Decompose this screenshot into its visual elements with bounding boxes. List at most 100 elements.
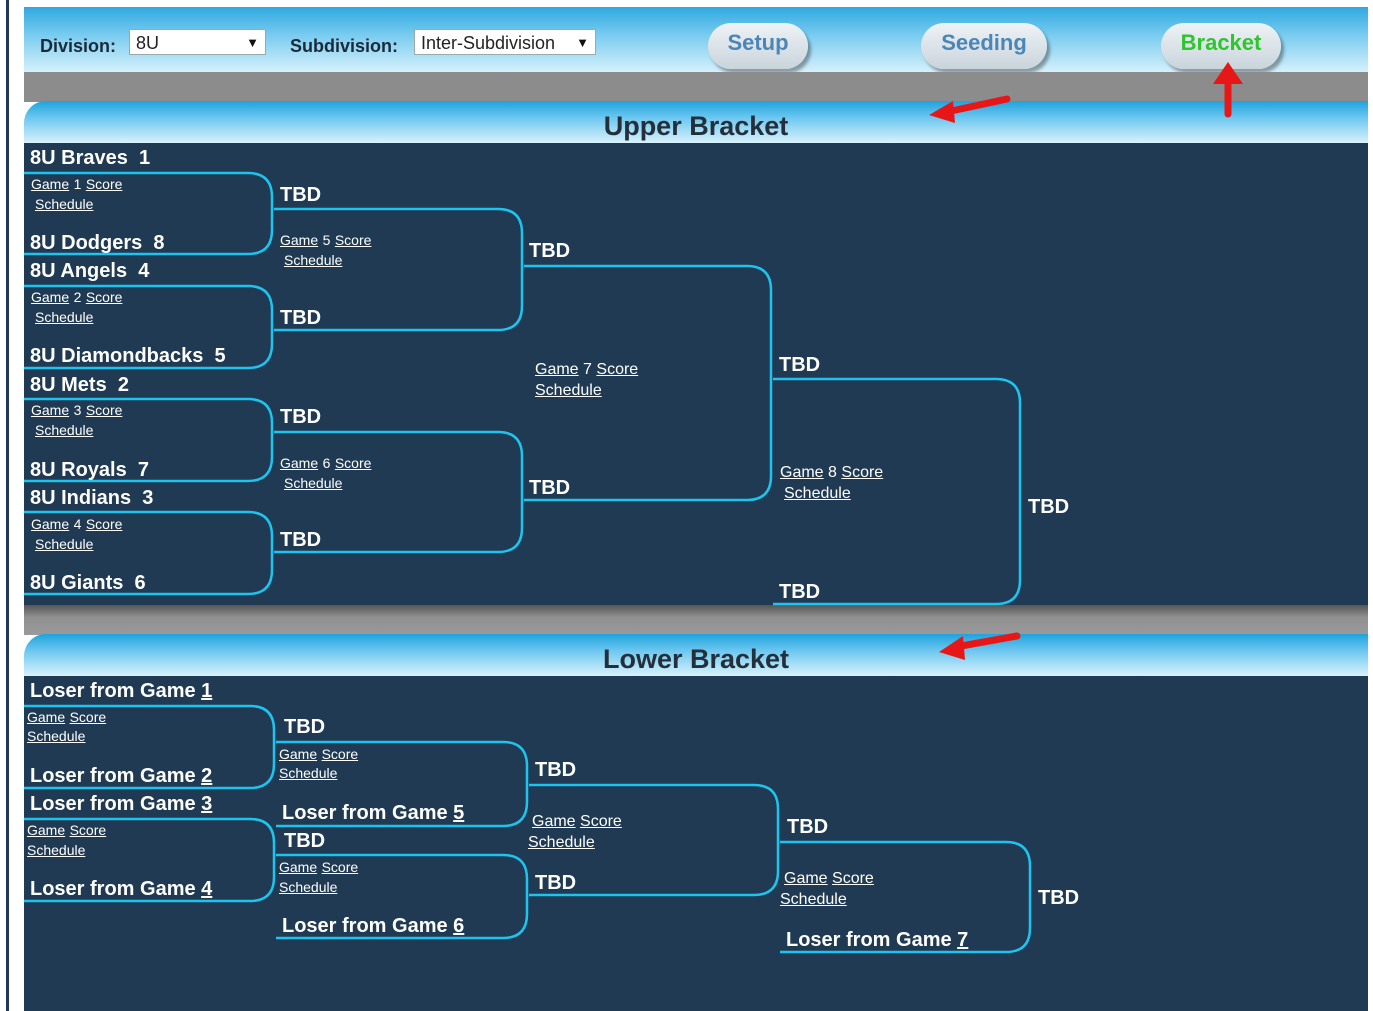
loser-label: Loser from Game xyxy=(30,878,196,900)
schedule-link[interactable]: Schedule xyxy=(279,879,337,895)
score-link[interactable]: Score xyxy=(86,289,123,305)
game-number: 8 xyxy=(828,464,837,481)
game-link[interactable]: Game xyxy=(279,746,317,762)
score-link[interactable]: Score xyxy=(335,232,372,248)
game-link[interactable]: Game xyxy=(532,813,576,830)
game-link[interactable]: Game xyxy=(784,870,828,887)
game-link[interactable]: Game xyxy=(780,464,824,481)
team-name: 8U Angels xyxy=(30,260,128,282)
division-select[interactable]: 8U ▼ xyxy=(129,29,266,55)
game-link[interactable]: Game xyxy=(31,289,69,305)
loser-label: Loser from Game xyxy=(30,793,196,815)
score-link[interactable]: Score xyxy=(86,176,123,192)
chevron-down-icon: ▼ xyxy=(246,35,259,50)
game-link[interactable]: Game xyxy=(279,859,317,875)
lower-bracket-header: Lower Bracket xyxy=(24,634,1368,676)
game-number: 3 xyxy=(73,402,82,418)
team-entry: 8U Giants 6 xyxy=(30,572,146,595)
schedule-link[interactable]: Schedule xyxy=(27,842,85,858)
schedule-link[interactable]: Schedule xyxy=(279,765,337,781)
loser-entry: Loser from Game 4 xyxy=(30,878,212,901)
score-link[interactable]: Score xyxy=(70,822,107,838)
subdivision-select[interactable]: Inter-Subdivision ▼ xyxy=(414,29,596,55)
game-links: Game Score xyxy=(27,822,106,840)
game-link[interactable]: Game xyxy=(27,822,65,838)
tbd-slot: TBD xyxy=(1028,496,1070,518)
score-link[interactable]: Score xyxy=(596,361,638,378)
loser-game-link[interactable]: 6 xyxy=(453,915,464,937)
score-link[interactable]: Score xyxy=(86,516,123,532)
tbd-slot: TBD xyxy=(284,716,326,738)
game-number: 4 xyxy=(73,516,82,532)
schedule-link[interactable]: Schedule xyxy=(35,309,93,325)
lower-bracket-panel xyxy=(24,676,1368,1011)
left-border xyxy=(6,0,9,1011)
loser-game-link[interactable]: 2 xyxy=(201,765,212,787)
score-link[interactable]: Score xyxy=(841,464,883,481)
score-link[interactable]: Score xyxy=(832,870,874,887)
game-link[interactable]: Game xyxy=(31,176,69,192)
game-link[interactable]: Game xyxy=(31,516,69,532)
score-link[interactable]: Score xyxy=(86,402,123,418)
loser-entry: Loser from Game 6 xyxy=(282,915,464,938)
game-number: 2 xyxy=(73,289,82,305)
game-links: Game 8 Score xyxy=(780,464,883,482)
loser-game-link[interactable]: 5 xyxy=(453,802,464,824)
game-link[interactable]: Game xyxy=(27,709,65,725)
game-link[interactable]: Game xyxy=(280,455,318,471)
subdivision-value: Inter-Subdivision xyxy=(421,33,556,53)
loser-game-link[interactable]: 1 xyxy=(201,680,212,702)
toolbar: Division: 8U ▼ Subdivision: Inter-Subdiv… xyxy=(24,7,1368,72)
schedule-link[interactable]: Schedule xyxy=(784,485,851,503)
schedule-link[interactable]: Schedule xyxy=(284,252,342,268)
upper-bracket-panel xyxy=(24,143,1368,605)
setup-button[interactable]: Setup xyxy=(708,23,808,69)
lower-bracket-title: Lower Bracket xyxy=(602,644,790,674)
schedule-link[interactable]: Schedule xyxy=(35,196,93,212)
game-links: Game Score xyxy=(784,870,874,888)
game-number: 5 xyxy=(322,232,331,248)
score-link[interactable]: Score xyxy=(322,859,359,875)
team-seed: 5 xyxy=(214,345,226,367)
seeding-button[interactable]: Seeding xyxy=(921,23,1047,69)
game-links: Game Score xyxy=(532,813,622,831)
tbd-slot: TBD xyxy=(529,240,571,262)
loser-game-link[interactable]: 7 xyxy=(957,929,968,951)
game-link[interactable]: Game xyxy=(280,232,318,248)
schedule-link[interactable]: Schedule xyxy=(528,834,595,852)
team-name: 8U Indians xyxy=(30,487,132,509)
schedule-link[interactable]: Schedule xyxy=(780,891,847,909)
game-number: 6 xyxy=(322,455,331,471)
schedule-link[interactable]: Schedule xyxy=(284,475,342,491)
game-links: Game Score xyxy=(279,746,358,764)
team-seed: 7 xyxy=(137,459,149,481)
separator-band xyxy=(24,605,1368,635)
game-link[interactable]: Game xyxy=(535,361,579,378)
tbd-slot: TBD xyxy=(284,830,326,852)
loser-game-link[interactable]: 3 xyxy=(201,793,212,815)
game-link[interactable]: Game xyxy=(31,402,69,418)
loser-game-link[interactable]: 4 xyxy=(201,878,212,900)
subdivision-label: Subdivision: xyxy=(290,36,398,56)
tbd-slot: TBD xyxy=(280,529,322,551)
game-links: Game 2 Score xyxy=(31,289,122,307)
game-links: Game 3 Score xyxy=(31,402,122,420)
tbd-slot: TBD xyxy=(787,816,829,838)
team-entry: 8U Diamondbacks 5 xyxy=(30,345,226,368)
game-links: Game Score xyxy=(279,859,358,877)
loser-label: Loser from Game xyxy=(282,802,448,824)
loser-entry: Loser from Game 1 xyxy=(30,680,212,703)
score-link[interactable]: Score xyxy=(322,746,359,762)
score-link[interactable]: Score xyxy=(70,709,107,725)
schedule-link[interactable]: Schedule xyxy=(27,728,85,744)
score-link[interactable]: Score xyxy=(335,455,372,471)
division-label: Division: xyxy=(40,36,117,56)
score-link[interactable]: Score xyxy=(580,813,622,830)
schedule-link[interactable]: Schedule xyxy=(535,382,602,400)
team-seed: 1 xyxy=(138,147,151,169)
team-name: 8U Braves xyxy=(30,147,128,169)
team-entry: 8U Dodgers 8 xyxy=(30,232,165,255)
schedule-link[interactable]: Schedule xyxy=(35,422,93,438)
schedule-link[interactable]: Schedule xyxy=(35,536,93,552)
team-entry: 8U Royals 7 xyxy=(30,459,149,482)
